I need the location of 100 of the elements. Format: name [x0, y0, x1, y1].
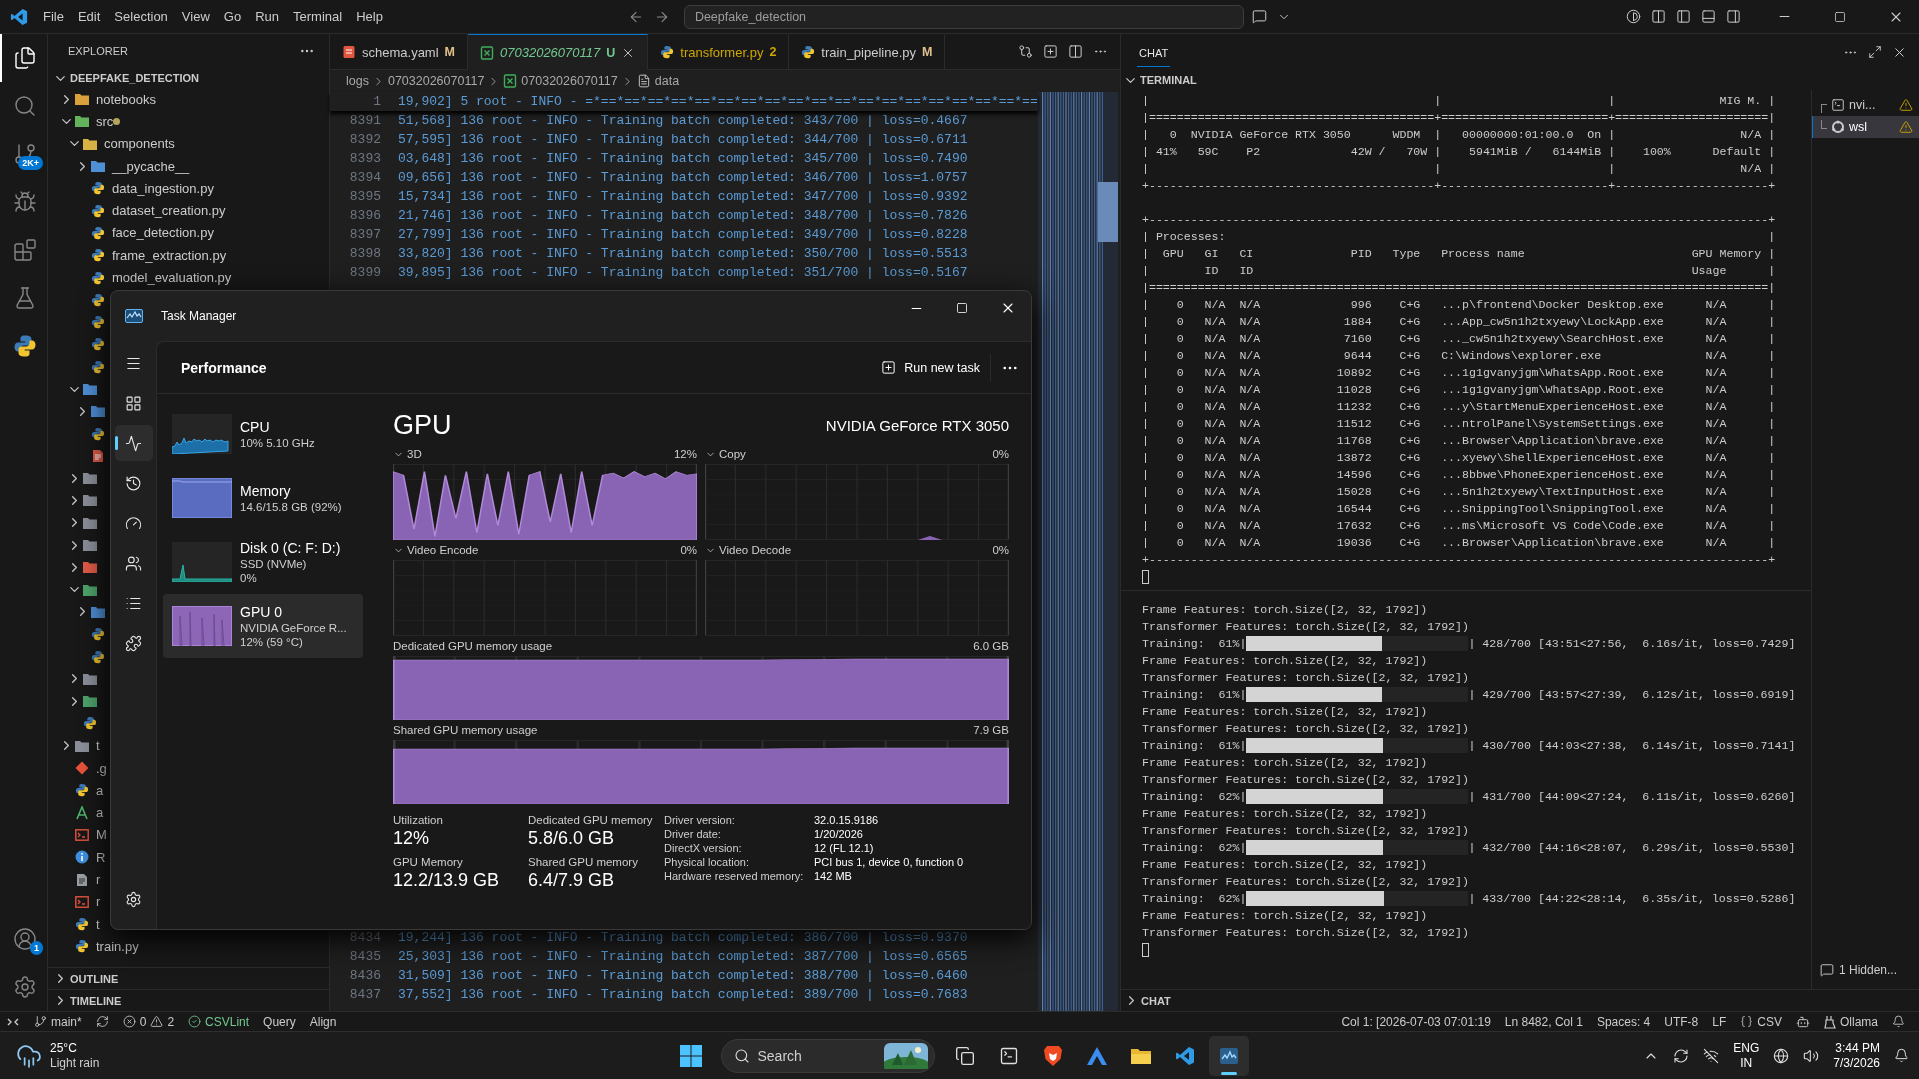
resource-item[interactable]: GPU 0 NVIDIA GeForce R... 12% (59 °C)	[163, 594, 363, 658]
section-header[interactable]: OUTLINE	[48, 967, 329, 989]
tree-item[interactable]: M	[48, 823, 107, 847]
resource-item[interactable]: CPU 10% 5.10 GHz	[163, 402, 363, 466]
menu-item[interactable]: Selection	[107, 6, 175, 27]
language-indicator[interactable]: ENG IN	[1733, 1040, 1760, 1071]
command-center[interactable]: Deepfake_detection	[683, 4, 1244, 29]
tree-item[interactable]: a	[48, 779, 104, 802]
nav-item[interactable]	[114, 425, 153, 461]
line-number: 1	[372, 94, 381, 109]
tree-item[interactable]: face_detection.py	[48, 221, 214, 245]
activity-item[interactable]: 2K+	[0, 130, 47, 178]
braces-icon	[1740, 1015, 1754, 1028]
menu-item[interactable]: Terminal	[286, 6, 350, 27]
globe-icon[interactable]	[1773, 1047, 1790, 1064]
menu-item[interactable]: Help	[349, 6, 390, 27]
tree-item[interactable]: t	[48, 734, 100, 757]
status-item[interactable]: Ln 8482, Col 1	[1498, 1014, 1589, 1029]
tree-item[interactable]: r	[48, 868, 101, 891]
status-item[interactable]: Query	[257, 1014, 302, 1029]
terminal-cursor	[1142, 943, 1149, 957]
code-line: 33,820] 136 root - INFO - Training batch completed: 350/700 | loss=0.5513	[398, 246, 968, 261]
python-icon	[91, 270, 105, 285]
breadcrumb-item[interactable]: 07032026070117	[387, 74, 485, 88]
panel-bottom-icon[interactable]	[1701, 9, 1716, 24]
terminal-session[interactable]: nvi...	[1812, 94, 1919, 116]
tree-item[interactable]: frame_extraction.py	[48, 244, 227, 267]
taskbar-app[interactable]	[1208, 1035, 1249, 1076]
panel-tab[interactable]: CHAT	[1137, 37, 1171, 67]
sync-icon[interactable]	[1673, 1047, 1690, 1064]
terminal-line: | 0 N/A N/A 1884 C+G ...App_cw5n1h2txyewy\LockApp.exe N/A |	[1142, 314, 1777, 330]
lint-button[interactable]: CSVLint	[182, 1014, 256, 1029]
terminal-line: Transformer Features: torch.Size([2, 32, 1792])	[1142, 670, 1470, 686]
status-item[interactable]: Spaces: 4	[1590, 1014, 1657, 1029]
maximize-icon[interactable]	[1834, 10, 1846, 23]
menu-item[interactable]: File	[36, 6, 71, 27]
tree-item[interactable]: components	[48, 132, 175, 155]
status-item[interactable]: Align	[303, 1014, 343, 1029]
section-header[interactable]: TERMINAL	[1121, 70, 1919, 90]
branch-button[interactable]: main*	[28, 1014, 88, 1029]
ollama-button[interactable]: Ollama	[1818, 1014, 1884, 1029]
tree-item[interactable]: data_ingestion.py	[48, 177, 214, 200]
language-button[interactable]: CSV	[1734, 1014, 1788, 1029]
breadcrumb-item[interactable]: 07032026070117	[503, 74, 618, 88]
compare-icon[interactable]	[1018, 44, 1033, 59]
line-number: 8392	[348, 132, 381, 147]
tree-item[interactable]: t	[48, 913, 100, 936]
activity-item[interactable]: 1	[0, 915, 47, 963]
panel-left-icon[interactable]	[1676, 9, 1691, 24]
add-icon[interactable]	[1043, 44, 1058, 59]
clock[interactable]: 3:44 PM 7/3/2026	[1833, 1040, 1880, 1071]
terminal-session[interactable]: wsl	[1812, 116, 1919, 138]
split-editor-icon[interactable]	[1068, 44, 1083, 59]
network-off-icon[interactable]	[1703, 1047, 1720, 1064]
status-item[interactable]: Col 1: [2026-07-03 07:01:19	[1335, 1014, 1497, 1029]
tree-item[interactable]: train.py	[48, 935, 139, 958]
contrast-icon[interactable]	[1626, 9, 1641, 24]
tree-item[interactable]: model_evaluation.py	[48, 266, 232, 289]
status-item[interactable]: LF	[1706, 1014, 1733, 1029]
menu-item[interactable]: Run	[248, 6, 286, 27]
menu-item[interactable]: Edit	[70, 6, 108, 27]
engine-selector[interactable]: 3D	[393, 448, 422, 460]
git-status-label: 2	[769, 45, 777, 59]
settings-icon	[125, 890, 142, 908]
tree-item[interactable]: src	[48, 110, 137, 133]
breadcrumb-item[interactable]: data	[636, 74, 680, 88]
menu-item[interactable]: Go	[216, 6, 249, 27]
panel-right-icon[interactable]	[1726, 9, 1741, 24]
bell-icon[interactable]	[1894, 1048, 1909, 1063]
tree-item[interactable]: a	[48, 801, 104, 824]
code-line: 51,568] 136 root - INFO - Training batch completed: 343/700 | loss=0.4667	[398, 113, 968, 128]
menu-item[interactable]: View	[174, 6, 217, 27]
run-new-task-button[interactable]: Run new task	[871, 354, 991, 381]
resource-item[interactable]: Memory 14.6/15.8 GB (92%)	[163, 466, 363, 530]
search-field[interactable]: Search	[720, 1038, 935, 1073]
problems-button[interactable]: 0 2	[116, 1014, 181, 1029]
engine-selector[interactable]: Video Encode	[393, 544, 479, 556]
editor-tab[interactable]: 07032026070117 U	[468, 34, 649, 70]
breadcrumb-item[interactable]: logs	[346, 74, 369, 88]
tree-item[interactable]: .g	[48, 756, 107, 780]
resource-item[interactable]: Disk 0 (C: F: D:) SSD (NVMe) 0%	[163, 530, 363, 594]
tree-item[interactable]: dataset_creation.py	[48, 199, 226, 222]
tree-item[interactable]: r	[48, 890, 101, 913]
tree-item[interactable]: notebooks	[48, 88, 156, 111]
terminal-line: | | | N/A |	[1142, 161, 1777, 177]
tree-item[interactable]: R	[48, 846, 106, 869]
progress-stats: | 432/700 [44:16<28:07, 6.29s/it, loss=0.5530]	[1468, 840, 1796, 856]
status-item[interactable]: UTF-8	[1658, 1014, 1705, 1029]
engine-selector[interactable]: Copy	[705, 448, 746, 460]
engine-selector[interactable]: Video Decode	[705, 544, 792, 556]
weather-widget[interactable]: 25°C Light rain	[50, 1040, 100, 1071]
volume-icon[interactable]	[1803, 1047, 1820, 1064]
chat-icon[interactable]	[1251, 9, 1267, 24]
tree-item[interactable]: __pycache__	[48, 154, 190, 178]
hidden-terminals-button[interactable]: 1 Hidden...	[1812, 963, 1919, 977]
info-icon	[75, 850, 89, 865]
folder-header[interactable]: DEEPFAKE_DETECTION	[48, 68, 329, 88]
maximize-icon[interactable]	[1868, 45, 1882, 59]
layout-icon[interactable]	[1651, 9, 1666, 24]
check-icon	[188, 1015, 202, 1028]
